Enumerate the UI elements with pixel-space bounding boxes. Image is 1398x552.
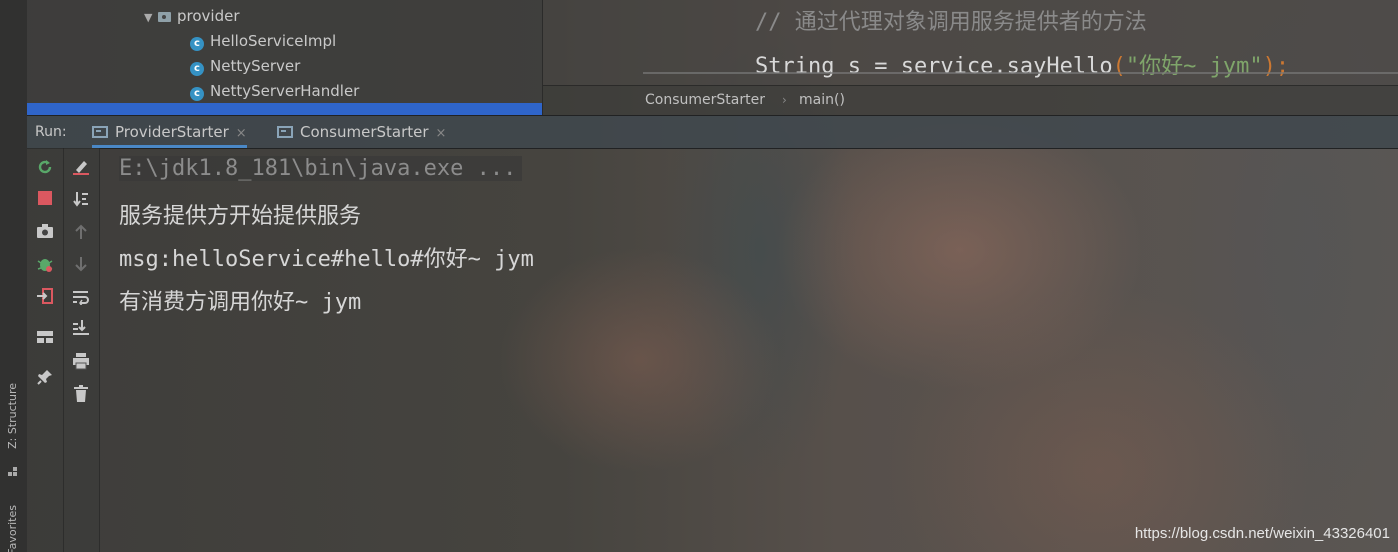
debug-bug-icon[interactable] [35, 254, 55, 274]
structure-tab[interactable]: Z: Structure [6, 383, 19, 449]
code-close: ); [1262, 54, 1290, 79]
class-icon: c [190, 62, 204, 76]
tab-consumerstarter[interactable]: ConsumerStarter × [277, 116, 446, 148]
project-tree: ▼ provider c HelloServiceImpl c NettyServer… [27, 0, 543, 115]
code-statement: String s = service.sayHello("你好~ jym"); [755, 48, 1289, 80]
tree-folder-label: provider [177, 7, 240, 25]
tab-providerstarter[interactable]: ProviderStarter × [92, 116, 247, 148]
editor-divider [643, 72, 1398, 74]
run-label: Run: [35, 124, 67, 140]
class-icon: c [190, 37, 204, 51]
pin-icon[interactable] [35, 367, 55, 387]
tree-item-label: NettyServerHandler [210, 82, 360, 100]
console-line: 服务提供方开始提供服务 [119, 204, 362, 229]
layout-icon[interactable] [35, 327, 55, 347]
print-icon[interactable] [71, 351, 91, 371]
trash-icon[interactable] [71, 384, 91, 404]
code-editor[interactable]: // 通过代理对象调用服务提供者的方法 String s = service.s… [543, 0, 1398, 85]
code-open-paren: ( [1112, 54, 1126, 79]
tree-item-helloserviceimpl[interactable]: c HelloServiceImpl [190, 30, 336, 52]
close-icon[interactable]: × [436, 126, 447, 141]
sort-down-icon[interactable] [71, 189, 91, 209]
scroll-to-end-icon[interactable] [71, 318, 91, 338]
run-config-icon [92, 126, 108, 138]
soft-wrap-icon[interactable] [71, 287, 91, 307]
code-comment: // 通过代理对象调用服务提供者的方法 [755, 10, 1147, 35]
breadcrumb: ConsumerStarter › main() [543, 85, 1398, 115]
left-tool-stripe: Z: Structure Favorites [0, 0, 27, 552]
tree-item-label: HelloServiceImpl [210, 32, 337, 50]
favorites-tab-label: Favorites [6, 505, 19, 552]
arrow-down-icon [71, 254, 91, 274]
camera-icon[interactable] [35, 221, 55, 241]
console-line: msg:helloService#hello#你好~ jym [119, 247, 534, 272]
close-icon[interactable]: × [236, 126, 247, 141]
package-folder-icon [158, 12, 171, 22]
clear-eraser-icon[interactable] [71, 157, 91, 177]
favorites-tab[interactable]: Favorites [6, 505, 19, 552]
console-line: 有消费方调用你好~ jym [119, 290, 362, 315]
breadcrumb-method[interactable]: main() [799, 86, 845, 115]
breadcrumb-class[interactable]: ConsumerStarter [645, 86, 765, 115]
watermark: https://blog.csdn.net/weixin_43326401 [1134, 525, 1390, 542]
tree-folder-provider[interactable]: ▼ provider [144, 5, 240, 27]
tree-item-nettyserver[interactable]: c NettyServer [190, 55, 300, 77]
run-actions-toolbar [27, 148, 64, 552]
console-output[interactable]: E:\jdk1.8_181\bin\java.exe ... 服务提供方开始提供… [100, 148, 1398, 552]
ide-window: Z: Structure Favorites ▼ provider c HelloS… [0, 0, 1398, 552]
stop-icon[interactable] [35, 188, 55, 208]
expand-arrow-icon[interactable]: ▼ [144, 7, 158, 29]
tree-item-nettyserverhandler[interactable]: c NettyServerHandler [190, 80, 359, 102]
code-string-literal: "你好~ jym" [1125, 54, 1263, 79]
login-enter-icon[interactable] [35, 286, 55, 306]
tab-label: ProviderStarter [115, 123, 229, 141]
tree-selected-row[interactable] [27, 103, 542, 115]
class-icon: c [190, 87, 204, 101]
code-prefix: String s = service.sayHello [755, 54, 1113, 79]
console-line-command: E:\jdk1.8_181\bin\java.exe ... [119, 156, 523, 181]
console-actions-toolbar [64, 148, 100, 552]
arrow-up-icon [71, 222, 91, 242]
run-toolbar: Run: ProviderStarter × ConsumerStarter × [27, 115, 1398, 149]
rerun-icon[interactable] [35, 157, 55, 177]
breadcrumb-separator-icon: › [782, 93, 787, 107]
tree-item-label: NettyServer [210, 57, 301, 75]
structure-icon [8, 462, 18, 476]
structure-tab-label: Z: Structure [6, 383, 19, 449]
tab-label: ConsumerStarter [300, 123, 429, 141]
run-config-icon [277, 126, 293, 138]
